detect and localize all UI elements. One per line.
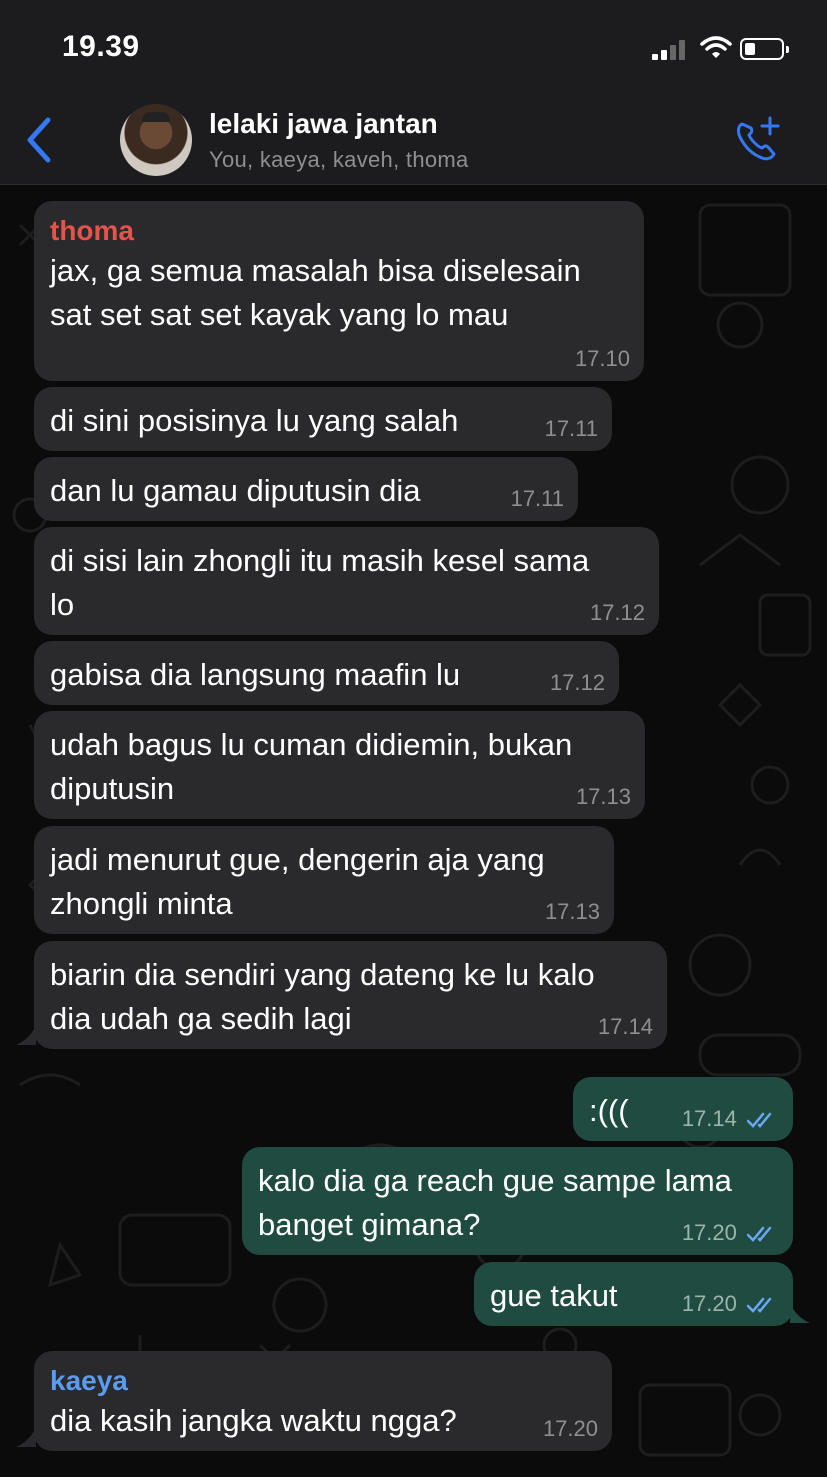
bubble-tail	[16, 1025, 36, 1045]
wifi-icon	[700, 36, 732, 58]
message-time: 17.20	[681, 1291, 737, 1316]
sender-name: thoma	[50, 215, 134, 246]
message-bubble-incoming[interactable]: gabisa dia langsung maafin lu 17.12	[34, 641, 619, 705]
message-time: 17.12	[589, 600, 645, 625]
message-time: 17.14	[681, 1106, 737, 1131]
chat-area[interactable]: thoma jax, ga semua masalah bisa diseles…	[0, 185, 827, 1477]
message-time: 17.13	[544, 899, 600, 924]
message-bubble-incoming[interactable]: udah bagus lu cuman didiemin, bukan dipu…	[34, 711, 645, 819]
message-time: 17.11	[544, 416, 598, 441]
status-time: 19.39	[62, 30, 140, 63]
bubble-tail	[16, 1427, 36, 1447]
message-text: udah bagus lu cuman didiemin, bukan	[50, 727, 573, 762]
read-receipt-icon	[747, 1297, 772, 1314]
message-time: 17.13	[575, 784, 631, 809]
message-text: gabisa dia langsung maafin lu	[50, 657, 461, 692]
add-call-icon[interactable]	[732, 114, 782, 164]
message-text: jax, ga semua masalah bisa diselesain	[50, 253, 581, 288]
message-bubble-incoming[interactable]: dan lu gamau diputusin dia 17.11	[34, 457, 578, 521]
message-bubble-outgoing[interactable]: kalo dia ga reach gue sampe lama banget …	[242, 1147, 793, 1255]
message-time: 17.20	[542, 1416, 598, 1441]
chat-header: 19.39 lelaki jawa jantan You, kaeya, kav…	[0, 0, 827, 185]
group-title[interactable]: lelaki jawa jantan	[209, 108, 438, 140]
battery-icon	[740, 38, 789, 60]
message-bubble-incoming[interactable]: jadi menurut gue, dengerin aja yang zhon…	[34, 826, 614, 934]
message-text: kalo dia ga reach gue sampe lama	[258, 1163, 732, 1198]
read-receipt-icon	[747, 1226, 772, 1243]
group-members[interactable]: You, kaeya, kaveh, thoma	[209, 147, 469, 173]
message-text: jadi menurut gue, dengerin aja yang	[50, 842, 545, 877]
group-avatar[interactable]	[120, 104, 192, 176]
message-text: diputusin	[50, 771, 175, 806]
message-text: biarin dia sendiri yang dateng ke lu kal…	[50, 957, 595, 992]
message-time: 17.12	[549, 670, 605, 695]
message-bubble-incoming[interactable]: di sisi lain zhongli itu masih kesel sam…	[34, 527, 659, 635]
message-bubble-incoming[interactable]: thoma jax, ga semua masalah bisa diseles…	[34, 201, 644, 381]
bubble-tail	[790, 1303, 810, 1323]
message-text: di sisi lain zhongli itu masih kesel sam…	[50, 543, 590, 578]
sender-name: kaeya	[50, 1365, 128, 1396]
message-text: di sini posisinya lu yang salah	[50, 403, 459, 438]
message-time: 17.20	[681, 1220, 737, 1245]
message-time: 17.11	[510, 486, 564, 511]
read-receipt-icon	[747, 1112, 772, 1129]
message-text: lo	[50, 587, 75, 622]
message-meta: 17.14	[682, 1107, 777, 1131]
message-bubble-outgoing[interactable]: gue takut 17.20	[474, 1262, 793, 1326]
message-bubble-outgoing[interactable]: :((( 17.14	[573, 1077, 793, 1141]
message-meta: 17.20	[682, 1292, 777, 1316]
back-chevron-icon[interactable]	[20, 112, 60, 168]
message-bubble-incoming[interactable]: kaeya dia kasih jangka waktu ngga? 17.20	[34, 1351, 612, 1451]
message-text: dan lu gamau diputusin dia	[50, 473, 421, 508]
message-text: sat set sat set kayak yang lo mau	[50, 297, 509, 332]
message-text: zhongli minta	[50, 886, 233, 921]
message-time: 17.14	[597, 1014, 653, 1039]
message-meta: 17.20	[682, 1221, 777, 1245]
cellular-signal-icon	[652, 40, 690, 60]
message-time: 17.10	[574, 346, 630, 371]
message-text: dia kasih jangka waktu ngga?	[50, 1403, 457, 1438]
message-bubble-incoming[interactable]: di sini posisinya lu yang salah 17.11	[34, 387, 612, 451]
message-bubble-incoming[interactable]: biarin dia sendiri yang dateng ke lu kal…	[34, 941, 667, 1049]
message-text: dia udah ga sedih lagi	[50, 1001, 352, 1036]
